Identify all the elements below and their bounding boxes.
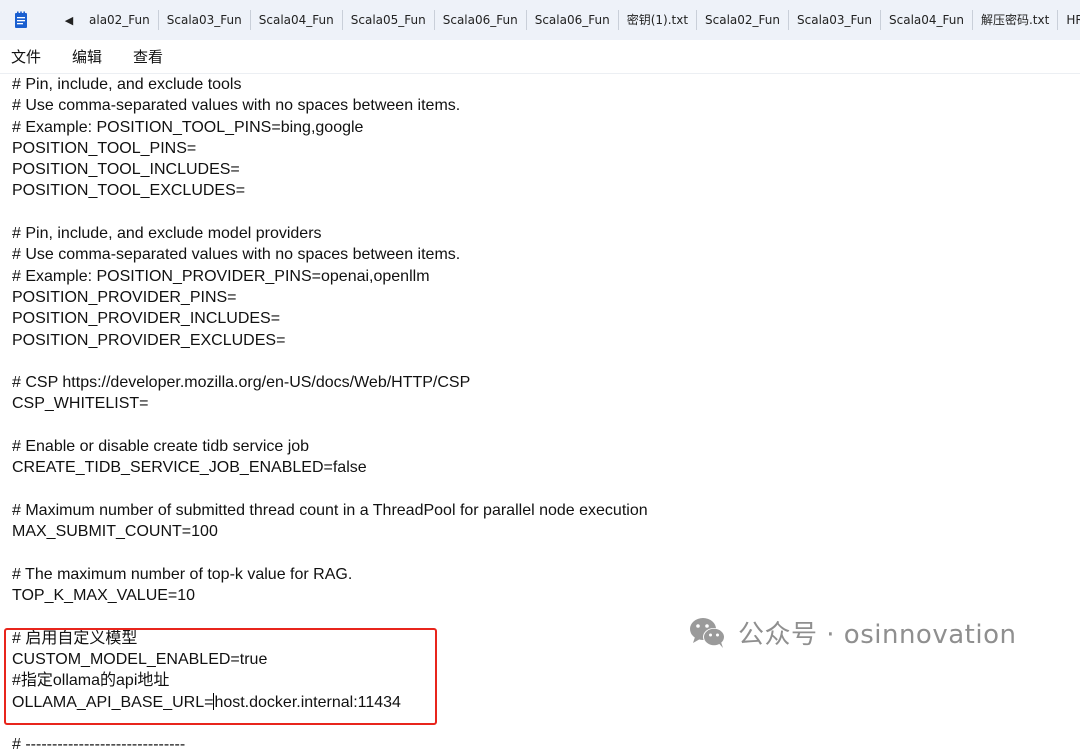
tab-4[interactable]: Scala06_Fun	[435, 10, 527, 30]
editor-line: TOP_K_MAX_VALUE=10	[12, 587, 196, 605]
editor-line: #指定ollama的api地址	[12, 672, 170, 690]
editor-line: CREATE_TIDB_SERVICE_JOB_ENABLED=false	[12, 459, 367, 477]
tab-scroll-left-icon[interactable]: ◀	[59, 14, 79, 27]
editor-line-blank	[12, 713, 648, 734]
tab-2[interactable]: Scala04_Fun	[251, 10, 343, 30]
tab-5[interactable]: Scala06_Fun	[527, 10, 619, 30]
watermark-text: 公众号 · osinnovation	[738, 620, 1017, 650]
editor-line: # ------------------------------	[12, 736, 186, 750]
editor-line: MAX_SUBMIT_COUNT=100	[12, 523, 218, 541]
tab-6[interactable]: 密钥(1).txt	[619, 10, 698, 30]
editor-line: # Use comma-separated values with no spa…	[12, 246, 461, 264]
tab-bar: ◀ ala02_Fun Scala03_Fun Scala04_Fun Scala05…	[0, 0, 1080, 40]
editor-line: CSP_WHITELIST=	[12, 395, 149, 413]
editor-line: # Pin, include, and exclude tools	[12, 76, 242, 93]
tab-9[interactable]: Scala04_Fun	[881, 10, 973, 30]
editor-line: # CSP https://developer.mozilla.org/en-U…	[12, 374, 471, 392]
caret-line-before: OLLAMA_API_BASE_URL=	[12, 693, 214, 711]
editor-line: POSITION_TOOL_PINS=	[12, 139, 197, 157]
wechat-icon	[688, 616, 728, 650]
editor-line: # Use comma-separated values with no spa…	[12, 97, 461, 115]
editor-line: # The maximum number of top-k value for …	[12, 565, 353, 583]
editor-line: POSITION_PROVIDER_EXCLUDES=	[12, 331, 286, 349]
editor-line: POSITION_TOOL_EXCLUDES=	[12, 182, 246, 200]
notepad-app-icon	[13, 10, 29, 30]
editor-line: # Maximum number of submitted thread cou…	[12, 501, 648, 519]
menu-edit[interactable]: 编辑	[62, 46, 112, 67]
tab-11[interactable]: HR-人	[1058, 10, 1080, 30]
notepad-window: ◀ ala02_Fun Scala03_Fun Scala04_Fun Scala05…	[0, 0, 1080, 750]
tab-1[interactable]: Scala03_Fun	[159, 10, 251, 30]
wechat-watermark: 公众号 · osinnovation	[688, 614, 1016, 651]
editor-line: CUSTOM_MODEL_ENABLED=true	[12, 651, 268, 669]
menu-bar: 文件 编辑 查看	[0, 40, 1080, 74]
editor-line: # Pin, include, and exclude model provid…	[12, 225, 322, 243]
editor-line: # Example: POSITION_TOOL_PINS=bing,googl…	[12, 118, 364, 136]
editor-line: # Enable or disable create tidb service …	[12, 438, 310, 456]
editor-line: POSITION_TOOL_INCLUDES=	[12, 161, 240, 179]
editor-line: # Example: POSITION_PROVIDER_PINS=openai…	[12, 267, 430, 285]
tab-10[interactable]: 解压密码.txt	[973, 10, 1059, 30]
editor-line: POSITION_PROVIDER_PINS=	[12, 288, 237, 306]
caret-line-after: host.docker.internal:11434	[214, 693, 401, 711]
tab-list: ala02_Fun Scala03_Fun Scala04_Fun Scala05_F…	[81, 0, 1080, 40]
editor-line: POSITION_PROVIDER_INCLUDES=	[12, 310, 281, 328]
editor-line-with-caret: OLLAMA_API_BASE_URL=host.docker.internal…	[12, 692, 648, 713]
tab-8[interactable]: Scala03_Fun	[789, 10, 881, 30]
editor-text[interactable]: # Pin, include, and exclude tools # Use c…	[12, 74, 648, 750]
editor-line: # 启用自定义模型	[12, 629, 138, 647]
tab-0[interactable]: ala02_Fun	[81, 10, 159, 30]
menu-file[interactable]: 文件	[1, 46, 51, 67]
tab-3[interactable]: Scala05_Fun	[343, 10, 435, 30]
menu-view[interactable]: 查看	[123, 46, 173, 67]
tab-7[interactable]: Scala02_Fun	[697, 10, 790, 30]
